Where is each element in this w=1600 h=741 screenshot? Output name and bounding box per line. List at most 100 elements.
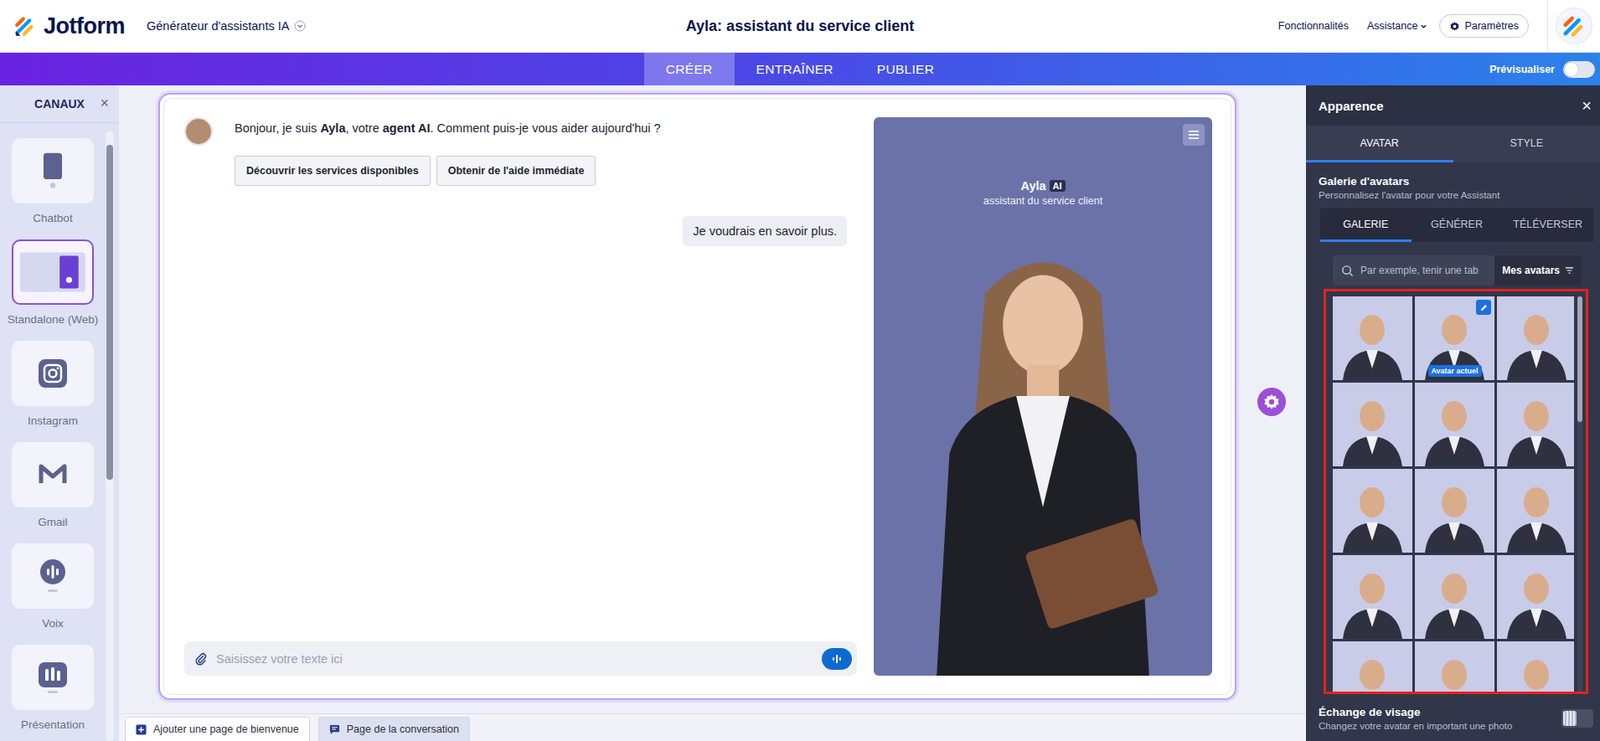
avatar-tile[interactable] xyxy=(1496,641,1575,692)
face-swap-title: Échange de visage xyxy=(1318,706,1513,719)
filter-label: Mes avatars xyxy=(1501,264,1560,277)
jotform-logo-icon xyxy=(1560,12,1588,40)
quick-reply-button[interactable]: Obtenir de l'aide immédiate xyxy=(436,155,597,186)
sidebar-scrollbar[interactable] xyxy=(105,131,114,741)
tab-bar-spacer xyxy=(0,52,645,86)
page-tab[interactable]: Ajouter une page de bienvenue xyxy=(124,717,310,741)
channel-label: Gmail xyxy=(37,516,68,529)
mode-tab[interactable]: CRÉER xyxy=(644,52,735,86)
quick-reply-button[interactable]: Découvrir les services disponibles xyxy=(234,155,431,186)
gallery-title: Galerie d'avatars xyxy=(1318,175,1588,188)
preview-toggle[interactable] xyxy=(1563,61,1595,78)
gallery-scrollbar[interactable] xyxy=(1577,296,1583,692)
close-button[interactable]: × xyxy=(1581,97,1592,114)
avatar-tile[interactable] xyxy=(1414,382,1495,467)
logo[interactable]: Jotform xyxy=(13,13,125,40)
gallery-tab[interactable]: TÉLÉVERSER xyxy=(1501,208,1594,243)
channel-card xyxy=(11,543,94,610)
product-switcher[interactable]: Générateur d'assistants IA xyxy=(146,15,306,37)
appearance-panel: Apparence×AVATARSTYLEGalerie d'avatarsPe… xyxy=(1305,85,1600,741)
channel-item[interactable]: Présentation xyxy=(0,645,106,741)
close-button[interactable]: × xyxy=(99,94,109,112)
avatar-tile[interactable] xyxy=(1414,641,1495,692)
scrollbar-thumb[interactable] xyxy=(1577,296,1583,423)
channel-item[interactable]: Standalone (Web) xyxy=(0,239,106,341)
avatar-tile[interactable] xyxy=(1332,469,1413,553)
channel-label: Voix xyxy=(41,617,64,630)
logo-text: Jotform xyxy=(43,13,125,40)
avatar-tile[interactable] xyxy=(1496,296,1575,381)
avatar-tile[interactable] xyxy=(1332,641,1413,692)
page-tabs-bar: Ajouter une page de bienvenue Page de la … xyxy=(118,713,1306,741)
scrollbar-thumb[interactable] xyxy=(106,144,114,480)
appearance-tab[interactable]: AVATAR xyxy=(1305,125,1454,163)
avatar-image xyxy=(1414,641,1495,692)
avatar-tile[interactable] xyxy=(1496,469,1575,553)
ai-badge: AI xyxy=(1049,180,1066,192)
avatar-tile[interactable] xyxy=(1414,469,1495,553)
message-segment: Ayla xyxy=(320,121,346,135)
edit-avatar-button[interactable] xyxy=(1476,299,1492,315)
avatar-filter[interactable]: Mes avatars xyxy=(1494,255,1582,286)
avatar-tile[interactable] xyxy=(1496,555,1575,640)
nav-link[interactable]: Assistance xyxy=(1367,20,1428,32)
voice-icon xyxy=(36,557,70,596)
face-swap-toggle[interactable] xyxy=(1561,709,1594,728)
appearance-tab[interactable]: STYLE xyxy=(1453,125,1600,163)
message-input[interactable]: Saisissez votre texte ici xyxy=(184,641,857,677)
toggle-knob xyxy=(1563,711,1577,727)
app: JotformGénérateur d'assistants IAAyla: a… xyxy=(0,0,1600,741)
agent-name-row: AylaAI xyxy=(1020,179,1065,193)
avatar-tile[interactable] xyxy=(1332,296,1413,381)
avatar-tile[interactable]: Avatar actuel xyxy=(1414,296,1495,381)
mode-tab[interactable]: PUBLIER xyxy=(855,52,956,86)
channel-item[interactable]: Gmail xyxy=(0,442,106,544)
chat-spacer xyxy=(184,246,857,642)
instagram-icon xyxy=(36,354,70,393)
gallery-tab[interactable]: GÉNÉRER xyxy=(1411,208,1503,243)
agent-role: assistant du service client xyxy=(983,195,1103,207)
avatar-tile[interactable] xyxy=(1496,382,1575,467)
chatbot-icon xyxy=(36,151,70,191)
chevron-down-icon xyxy=(1419,22,1428,31)
paperclip-icon[interactable] xyxy=(194,652,208,666)
editor: Bonjour, je suis Ayla, votre agent AI. C… xyxy=(118,85,1306,741)
appearance-title: Apparence xyxy=(1318,98,1384,114)
settings-label: Paramètres xyxy=(1464,20,1519,32)
gmail-icon xyxy=(36,455,70,495)
avatar-image xyxy=(1414,469,1495,553)
avatar-tile[interactable] xyxy=(1332,382,1413,467)
channel-card xyxy=(11,340,94,407)
channel-item[interactable]: Instagram xyxy=(0,340,106,443)
voice-button[interactable] xyxy=(821,648,852,671)
avatar-image xyxy=(1332,296,1413,381)
channel-card xyxy=(11,442,94,508)
agent-settings-button[interactable] xyxy=(1257,387,1286,417)
channel-card xyxy=(11,645,94,711)
channel-label: Présentation xyxy=(20,718,85,732)
channel-label: Standalone (Web) xyxy=(7,313,99,326)
page-tab[interactable]: Page de la conversation xyxy=(318,717,470,741)
nav-link[interactable]: Fonctionnalités xyxy=(1278,20,1349,32)
face-swap: Échange de visageChangez votre avatar en… xyxy=(1305,694,1600,741)
bot-avatar xyxy=(184,117,213,146)
channels-body: Chatbot Standalone (Web) Instagram Gmail Voi… xyxy=(0,123,119,741)
product-label: Générateur d'assistants IA xyxy=(146,19,290,33)
avatar-tile[interactable] xyxy=(1332,555,1413,640)
settings-column xyxy=(1236,92,1306,701)
channel-item[interactable]: Voix xyxy=(0,543,106,646)
nav-label: Fonctionnalités xyxy=(1278,20,1349,32)
input-placeholder: Saisissez votre texte ici xyxy=(216,652,814,666)
channel-item[interactable]: Chatbot xyxy=(0,138,106,240)
search-input[interactable]: Par exemple, tenir une tab xyxy=(1332,255,1495,286)
top-bar: JotformGénérateur d'assistants IAAyla: a… xyxy=(0,0,1600,53)
top-bar-left: Jotform Générateur d'assistants IA xyxy=(0,13,687,40)
settings-button[interactable]: Paramètres xyxy=(1439,14,1529,38)
mode-tab[interactable]: ENTRAÎNER xyxy=(734,52,856,86)
user-avatar-circle xyxy=(1555,7,1593,45)
avatar-image xyxy=(1332,641,1413,692)
avatar-tile[interactable] xyxy=(1414,555,1495,640)
gallery-tab[interactable]: GALERIE xyxy=(1320,208,1412,243)
menu-button[interactable] xyxy=(1182,123,1205,146)
user-avatar[interactable] xyxy=(1547,0,1600,52)
